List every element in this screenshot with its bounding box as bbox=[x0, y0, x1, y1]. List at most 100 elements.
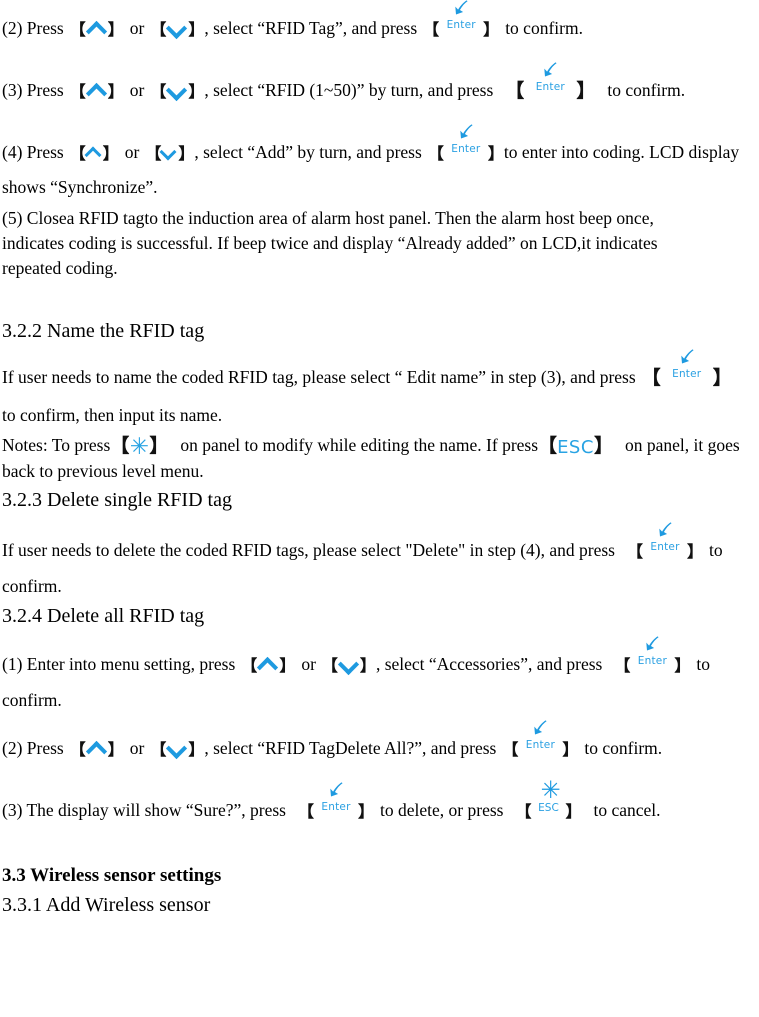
paragraph-3-2-2-body-line2: to confirm, then input its name. bbox=[2, 405, 223, 425]
bracket-right: 】 bbox=[102, 144, 119, 163]
bracket-left: 【 bbox=[145, 144, 162, 163]
enter-key-label: Enter bbox=[446, 19, 476, 31]
chevron-up-icon bbox=[86, 742, 108, 755]
step-4-prefix: (4) Press bbox=[2, 142, 64, 162]
bracket-right: 】 bbox=[487, 144, 504, 163]
enter-key-label: Enter bbox=[650, 541, 680, 553]
bracket-right: 】 bbox=[674, 656, 691, 675]
section-323-body-prefix: If user needs to delete the coded RFID t… bbox=[2, 540, 615, 560]
notes-tail: on panel, it goes bbox=[624, 435, 740, 455]
paragraph-step-3: (3) Press 【】 or 【】, select “RFID (1~50)” by… bbox=[0, 62, 759, 104]
bracket-left: 【 bbox=[69, 82, 86, 101]
bracket-left: 【 bbox=[515, 802, 532, 821]
bracket-left: 【 bbox=[505, 80, 525, 102]
bracket-right: 】 bbox=[107, 740, 124, 759]
bracket-left: 【 bbox=[298, 802, 315, 821]
s324-step3-tail: to cancel. bbox=[593, 800, 661, 820]
chevron-up-icon bbox=[86, 147, 103, 159]
bracket-left: 【 bbox=[626, 542, 643, 561]
enter-key-label: Enter bbox=[637, 655, 667, 667]
chevron-up-icon bbox=[86, 84, 108, 97]
s324-step2-after: , select “RFID TagDelete All?”, and pres… bbox=[204, 738, 497, 758]
s324-step2-prefix: (2) Press bbox=[2, 738, 64, 758]
bracket-left: 【 bbox=[69, 740, 86, 759]
esc-key-label: ESC bbox=[538, 802, 559, 814]
section-322-body-prefix: If user needs to name the coded RFID tag… bbox=[2, 367, 636, 387]
document-page: (2) Press 【】 or 【】, select “RFID Tag”, and … bbox=[0, 0, 759, 1017]
step-2-tail: to confirm. bbox=[505, 18, 583, 38]
paragraph-3-2-4-step-1-line2: confirm. bbox=[2, 690, 62, 710]
enter-key-label: Enter bbox=[672, 368, 702, 380]
paragraph-step-4: (4) Press 【】 or 【】, select “Add” by turn, a… bbox=[0, 124, 759, 166]
paragraph-step-4-line2: shows “Synchronize”. bbox=[2, 177, 158, 197]
bracket-left: 【 bbox=[150, 740, 167, 759]
bracket-right: 】 bbox=[565, 802, 582, 821]
bracket-left: 【 bbox=[150, 82, 167, 101]
enter-key-icon: Enter bbox=[518, 720, 562, 754]
bracket-right: 】 bbox=[687, 542, 704, 561]
heading-3-3: 3.3 Wireless sensor settings bbox=[2, 865, 222, 886]
step-4-after: , select “Add” by turn, and press bbox=[194, 142, 422, 162]
bracket-right: 】 bbox=[483, 20, 500, 39]
enter-key-icon: Enter bbox=[630, 636, 674, 670]
step-3-after: , select “RFID (1~50)” by turn, and pres… bbox=[204, 80, 494, 100]
enter-key-icon: Enter bbox=[314, 782, 358, 816]
heading-3-2-2: 3.2.2 Name the RFID tag bbox=[2, 320, 205, 342]
heading-3-2-4: 3.2.4 Delete all RFID tag bbox=[2, 605, 205, 627]
enter-key-icon: Enter bbox=[524, 62, 576, 96]
bracket-left: 【 bbox=[241, 656, 258, 675]
bracket-right: 】 bbox=[149, 435, 169, 457]
chevron-down-icon bbox=[166, 22, 188, 35]
s324-step1-after: , select “Accessories”, and press bbox=[375, 654, 603, 674]
step-4-tail: to enter into coding. LCD display bbox=[503, 142, 740, 162]
enter-arrow-glyph bbox=[455, 122, 477, 144]
asterisk-key-icon: ✳ bbox=[129, 434, 149, 460]
enter-arrow-glyph bbox=[450, 0, 472, 20]
bracket-left: 【 bbox=[110, 435, 130, 457]
enter-key-icon: Enter bbox=[444, 124, 488, 158]
enter-arrow-glyph bbox=[539, 60, 561, 82]
bracket-left: 【 bbox=[427, 144, 444, 163]
bracket-left: 【 bbox=[502, 740, 519, 759]
bracket-right: 】 bbox=[562, 740, 579, 759]
enter-key-label: Enter bbox=[535, 81, 565, 93]
chevron-down-icon bbox=[166, 84, 188, 97]
bracket-right: 】 bbox=[188, 740, 205, 759]
bracket-left: 【 bbox=[69, 144, 86, 163]
enter-key-icon: Enter bbox=[661, 349, 713, 383]
s324-step3-prefix: (3) The display will show “Sure?”, press bbox=[2, 800, 286, 820]
enter-arrow-glyph bbox=[676, 347, 698, 369]
notes-prefix: Notes: To press bbox=[2, 435, 111, 455]
paragraph-step-5-line3: repeated coding. bbox=[2, 258, 118, 278]
s324-step1-prefix: (1) Enter into menu setting, press bbox=[2, 654, 236, 674]
paragraph-3-2-2-body: If user needs to name the coded RFID tag… bbox=[0, 349, 759, 393]
paragraph-3-2-4-step-1: (1) Enter into menu setting, press 【 】 or 【 】… bbox=[0, 636, 759, 678]
chevron-up-icon bbox=[86, 22, 108, 35]
chevron-down-icon bbox=[166, 742, 188, 755]
step-2-prefix: (2) Press bbox=[2, 18, 64, 38]
bracket-right: 】 bbox=[359, 656, 376, 675]
asterisk-glyph: ✳ bbox=[540, 776, 561, 804]
enter-key-label: Enter bbox=[525, 739, 555, 751]
paragraph-step-5-line2: indicates coding is successful. If beep … bbox=[2, 233, 658, 253]
step-3-prefix: (3) Press bbox=[2, 80, 64, 100]
enter-arrow-glyph bbox=[641, 634, 663, 656]
step-3-or: or bbox=[129, 80, 145, 100]
bracket-left: 【 bbox=[321, 656, 338, 675]
bracket-left: 【 bbox=[150, 20, 167, 39]
enter-key-label: Enter bbox=[321, 801, 351, 813]
bracket-left: 【 bbox=[423, 20, 440, 39]
step-2-or: or bbox=[129, 18, 145, 38]
enter-arrow-glyph bbox=[325, 780, 347, 802]
bracket-right: 】 bbox=[279, 656, 296, 675]
paragraph-3-2-4-step-2: (2) Press 【】 or 【】, select “RFID TagDelete … bbox=[0, 720, 759, 762]
heading-3-2-3: 3.2.3 Delete single RFID tag bbox=[2, 489, 232, 511]
bracket-right: 】 bbox=[107, 20, 124, 39]
esc-key-icon: ✳ ESC bbox=[531, 778, 565, 816]
paragraph-step-2: (2) Press 【】 or 【】, select “RFID Tag”, and … bbox=[0, 0, 759, 42]
paragraph-3-2-2-notes-line2: back to previous level menu. bbox=[2, 461, 204, 481]
enter-arrow-glyph bbox=[654, 520, 676, 542]
paragraph-3-2-4-step-3: (3) The display will show “Sure?”, press… bbox=[0, 778, 759, 824]
bracket-right: 】 bbox=[358, 802, 375, 821]
enter-key-label: Enter bbox=[451, 143, 481, 155]
